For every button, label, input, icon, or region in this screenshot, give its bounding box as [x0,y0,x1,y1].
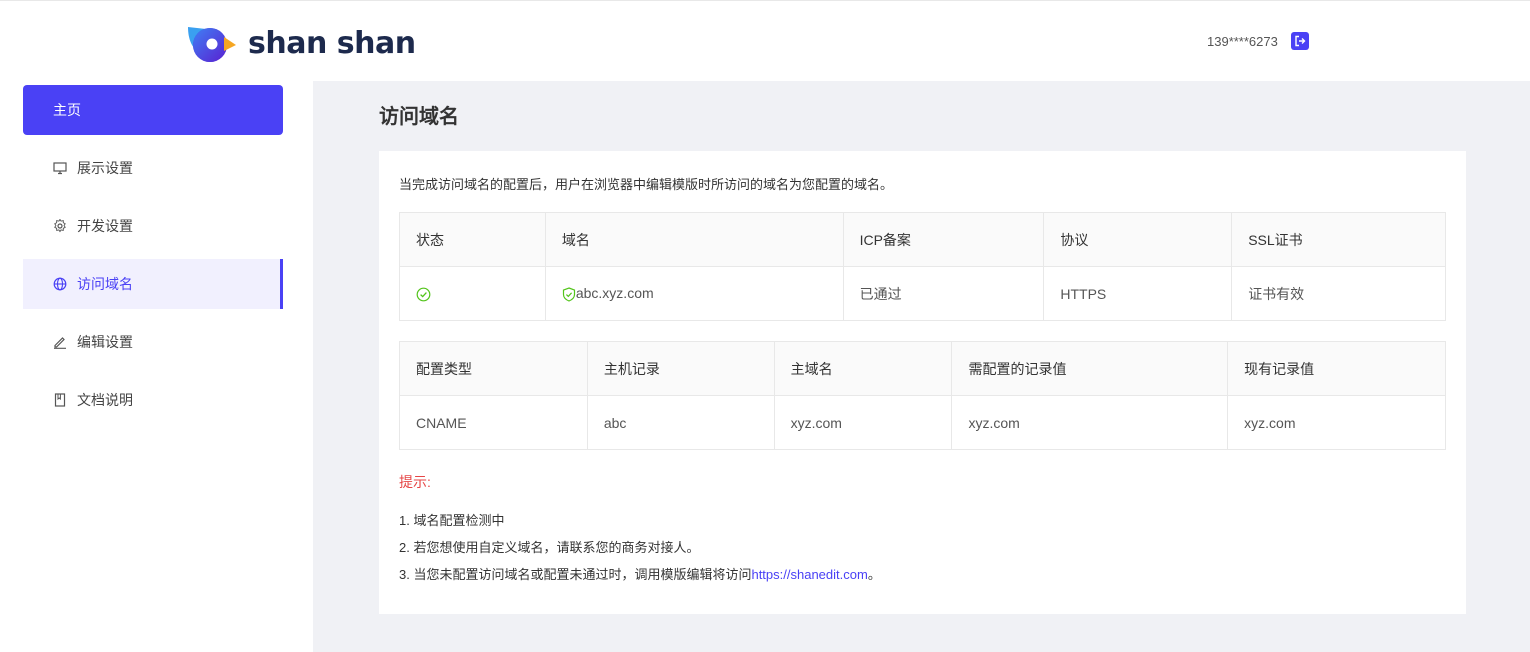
sidebar: 主页 展示设置 开发设置 访问域名 编辑设置 文档说明 [0,81,313,652]
ssl-cell: 证书有效 [1231,266,1446,321]
domain-value: abc.xyz.com [575,285,654,302]
domain-cell: abc.xyz.com [544,266,844,321]
gear-icon [53,219,67,233]
main-content: 访问域名 当完成访问域名的配置后，用户在浏览器中编辑模版时所访问的域名为您配置的… [313,81,1530,652]
brand-name: shan shan [248,25,416,61]
status-cell [399,266,546,321]
user-phone: 139****6273 [1207,33,1278,49]
monitor-icon [53,161,67,175]
sidebar-item-label: 展示设置 [77,160,133,176]
column-header: 配置类型 [399,341,588,396]
tips-list: 1. 域名配置检测中 2. 若您想使用自定义域名，请联系您的商务对接人。 3. … [399,507,881,588]
header: shan shan 139****6273 [0,1,1530,81]
list-item: 1. 域名配置检测中 [399,513,505,528]
sidebar-item-label: 主页 [53,102,81,118]
tip-text: 。 [867,567,881,582]
sidebar-item-docs[interactable]: 文档说明 [23,375,283,425]
table-cell: xyz.com [1227,395,1446,450]
page-title: 访问域名 [379,106,459,128]
column-header: SSL证书 [1231,212,1446,267]
globe-icon [53,277,67,291]
table-row: CNAME abc xyz.com xyz.com xyz.com [399,395,1446,450]
list-item: 2. 若您想使用自定义域名，请联系您的商务对接人。 [399,540,700,555]
column-header: 域名 [544,212,844,267]
logout-icon[interactable] [1290,32,1309,50]
table-cell: CNAME [399,395,588,450]
pencil-icon [53,335,67,349]
logo-icon [186,23,238,63]
column-header: 需配置的记录值 [951,341,1229,396]
sidebar-item-label: 文档说明 [77,392,133,408]
check-circle-icon [416,287,431,302]
table-cell: xyz.com [773,395,953,450]
logo[interactable]: shan shan [186,23,416,63]
table-row: abc.xyz.com 已通过 HTTPS 证书有效 [399,266,1446,321]
sidebar-item-label: 编辑设置 [77,334,133,350]
sidebar-item-display-settings[interactable]: 展示设置 [23,143,283,193]
tips-title: 提示: [399,474,431,490]
list-item: 3. 当您未配置访问域名或配置未通过时，调用模版编辑将访问https://sha… [399,561,881,588]
sidebar-item-label: 开发设置 [77,218,133,234]
sidebar-item-dev-settings[interactable]: 开发设置 [23,201,283,251]
domain-card: 当完成访问域名的配置后，用户在浏览器中编辑模版时所访问的域名为您配置的域名。 状… [379,151,1466,614]
book-icon [53,393,67,407]
sidebar-item-edit-settings[interactable]: 编辑设置 [23,317,283,367]
user-info: 139****6273 [1207,32,1309,50]
protocol-cell: HTTPS [1043,266,1233,321]
status-table: 状态 域名 ICP备案 协议 SSL证书 abc.xyz.com 已通过 HTT… [399,212,1446,321]
shanedit-link[interactable]: https://shanedit.com [751,567,867,582]
sidebar-item-home[interactable]: 主页 [23,85,283,135]
column-header: 现有记录值 [1227,341,1446,396]
shield-check-icon [562,287,576,302]
table-header-row: 配置类型 主机记录 主域名 需配置的记录值 现有记录值 [399,341,1446,396]
icp-cell: 已通过 [842,266,1045,321]
table-header-row: 状态 域名 ICP备案 协议 SSL证书 [399,212,1446,267]
column-header: 主域名 [773,341,953,396]
table-cell: xyz.com [951,395,1229,450]
description: 当完成访问域名的配置后，用户在浏览器中编辑模版时所访问的域名为您配置的域名。 [399,177,894,192]
column-header: 状态 [399,212,546,267]
column-header: ICP备案 [842,212,1045,267]
tip-text: 3. 当您未配置访问域名或配置未通过时，调用模版编辑将访问 [399,567,752,582]
sidebar-item-label: 访问域名 [77,276,133,292]
sidebar-item-access-domain[interactable]: 访问域名 [23,259,283,309]
table-cell: abc [586,395,775,450]
column-header: 主机记录 [586,341,775,396]
column-header: 协议 [1043,212,1233,267]
config-table: 配置类型 主机记录 主域名 需配置的记录值 现有记录值 CNAME abc xy… [399,341,1446,450]
